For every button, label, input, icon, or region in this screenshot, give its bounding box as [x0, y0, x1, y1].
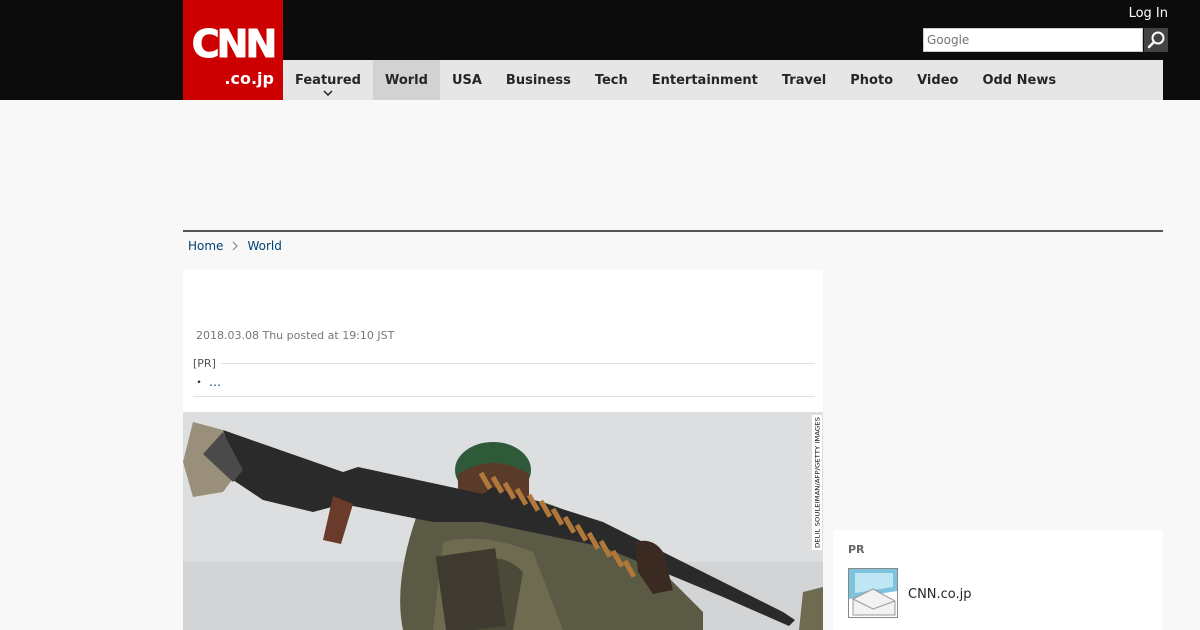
- breadcrumb-home[interactable]: Home: [188, 238, 223, 254]
- nav-item-featured[interactable]: Featured: [283, 60, 373, 100]
- search-button[interactable]: [1144, 28, 1168, 52]
- sidebar-pr-card: PR CNN.co.jp: [833, 530, 1163, 630]
- cnn-logo[interactable]: CNN .co.jp: [183, 0, 283, 100]
- nav-label: Tech: [594, 72, 628, 88]
- nav-label: Business: [505, 72, 571, 88]
- nav-label: Entertainment: [651, 72, 758, 88]
- sidebar-thumbnail[interactable]: [848, 568, 898, 618]
- nav-label: Video: [917, 72, 959, 88]
- pr-divider: [221, 363, 815, 364]
- pr-bullet: ・: [193, 375, 206, 389]
- nav-item-business[interactable]: Business: [494, 60, 583, 100]
- article-header-card: 2018.03.08 Thu posted at 19:10 JST [PR] …: [183, 270, 823, 412]
- nav-item-photo[interactable]: Photo: [838, 60, 905, 100]
- sidebar-pr-label: PR: [848, 543, 865, 556]
- search-input[interactable]: [923, 28, 1143, 52]
- nav-label: Featured: [295, 72, 361, 88]
- nav-label: Odd News: [982, 72, 1057, 88]
- mail-icon: [849, 569, 897, 617]
- chevron-down-icon: [323, 90, 333, 96]
- nav-item-usa[interactable]: USA: [440, 60, 494, 100]
- soldier-image: [183, 412, 823, 630]
- photo-credit: DELIL SOULEIMAN/AFP/GETTY IMAGES: [812, 415, 822, 550]
- nav-item-travel[interactable]: Travel: [770, 60, 838, 100]
- nav-item-world[interactable]: World: [372, 60, 440, 100]
- nav-label: Travel: [781, 72, 827, 88]
- logo-domain: .co.jp: [224, 69, 274, 88]
- search-icon: [1147, 31, 1165, 49]
- section-divider: [183, 230, 1163, 232]
- main-nav: Featured World USA Business Tech Enterta…: [283, 60, 1163, 100]
- nav-item-tech[interactable]: Tech: [583, 60, 640, 100]
- breadcrumb: Home World: [188, 238, 282, 254]
- search-bar: [923, 28, 1168, 52]
- article-photo: [183, 412, 823, 630]
- login-link[interactable]: Log In: [1129, 6, 1168, 22]
- pr-bottom-divider: [193, 396, 815, 397]
- svg-text:DELIL SOULEIMAN/AFP/GETTY IMAG: DELIL SOULEIMAN/AFP/GETTY IMAGES: [814, 417, 822, 548]
- logo-text: CNN: [191, 22, 278, 67]
- breadcrumb-world[interactable]: World: [247, 238, 281, 254]
- chevron-right-icon: [233, 241, 239, 251]
- pr-list-item: ・…: [193, 374, 221, 390]
- nav-item-video[interactable]: Video: [905, 60, 970, 100]
- nav-item-entertainment[interactable]: Entertainment: [640, 60, 770, 100]
- nav-item-odd-news[interactable]: Odd News: [970, 60, 1068, 100]
- nav-label: Photo: [850, 72, 894, 88]
- sidebar-item-label[interactable]: CNN.co.jp: [908, 587, 972, 603]
- article-date: 2018.03.08 Thu posted at 19:10 JST: [196, 329, 395, 342]
- pr-label: [PR]: [193, 357, 216, 370]
- nav-label: World: [384, 72, 428, 88]
- pr-link[interactable]: …: [209, 375, 221, 389]
- nav-label: USA: [451, 72, 482, 88]
